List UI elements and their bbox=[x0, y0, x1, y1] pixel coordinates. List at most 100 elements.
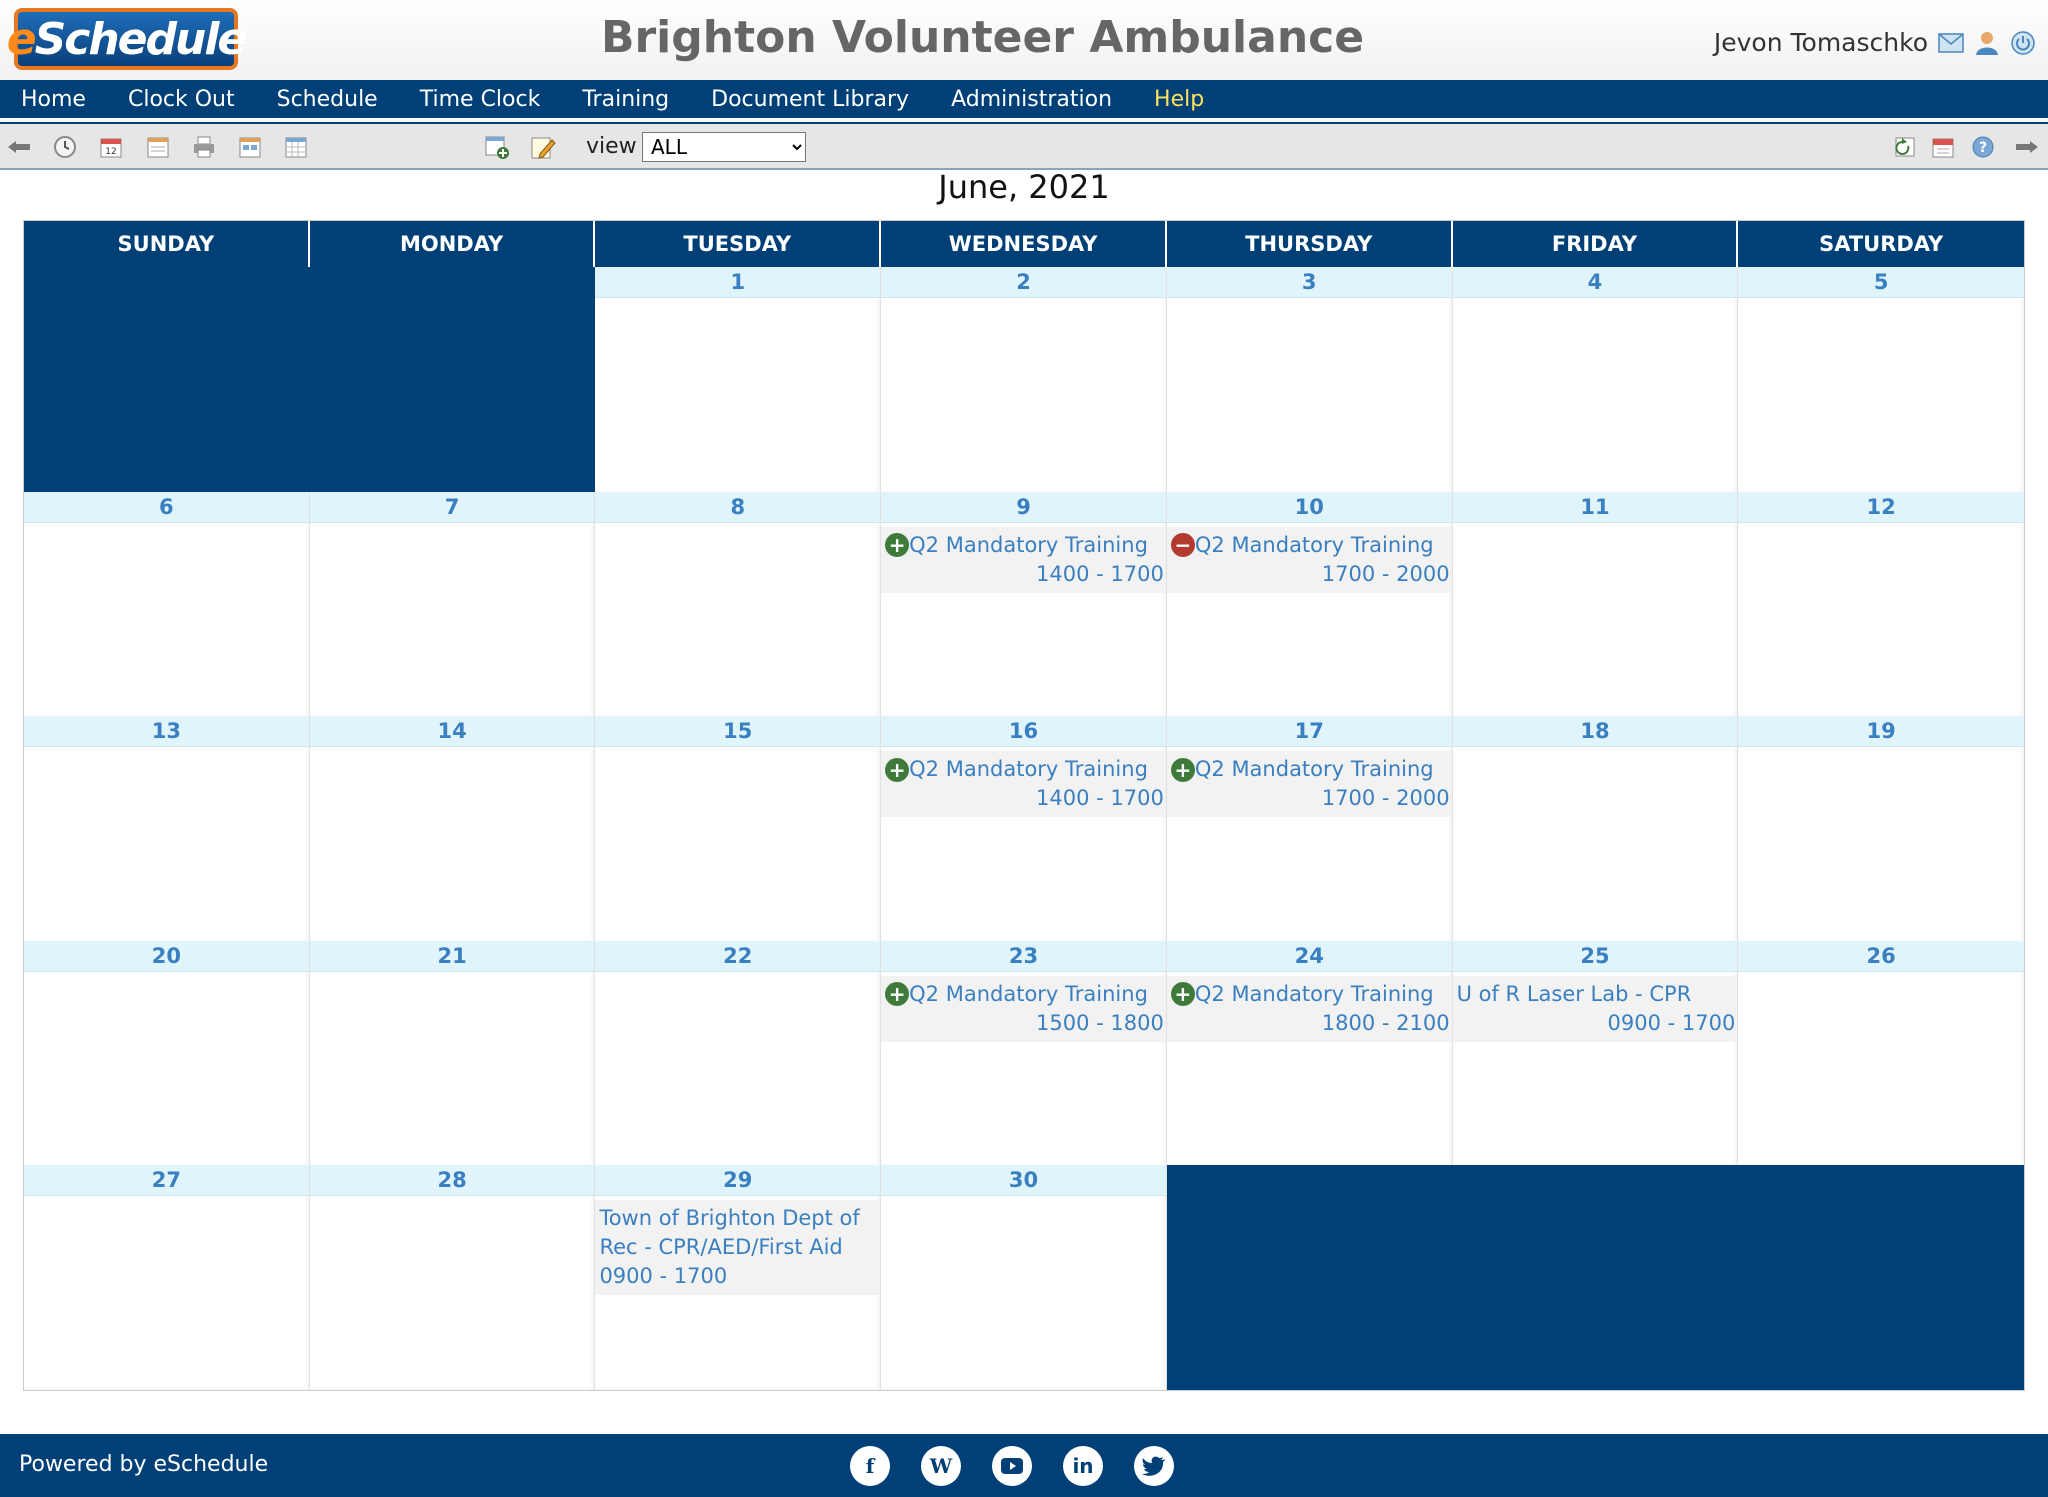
day-number: 18 bbox=[1452, 716, 1738, 748]
day-number: 15 bbox=[595, 716, 881, 748]
calendar-export-icon[interactable] bbox=[1930, 134, 1956, 160]
nav-administration[interactable]: Administration bbox=[930, 87, 1133, 112]
day-cell[interactable]: 28 bbox=[309, 1165, 596, 1390]
organization-title: Brighton Volunteer Ambulance bbox=[600, 12, 1365, 63]
svg-text:12: 12 bbox=[105, 147, 116, 157]
event-title[interactable]: Q2 Mandatory Training bbox=[909, 755, 1148, 784]
day-cell[interactable]: 2 bbox=[881, 267, 1167, 492]
event-title[interactable]: Q2 Mandatory Training bbox=[909, 531, 1148, 560]
event-title[interactable]: Q2 Mandatory Training bbox=[1195, 755, 1434, 784]
add-shift-icon[interactable]: + bbox=[885, 757, 910, 782]
mail-icon[interactable] bbox=[1938, 30, 1964, 56]
day-cell[interactable]: 5 bbox=[1738, 267, 2025, 492]
linkedin-icon[interactable]: in bbox=[1063, 1446, 1103, 1486]
calendar-event[interactable]: + Q2 Mandatory Training 1500 - 1800 bbox=[881, 975, 1166, 1042]
nav-training[interactable]: Training bbox=[561, 87, 690, 112]
add-shift-icon[interactable]: + bbox=[885, 533, 910, 558]
add-shift-icon[interactable]: + bbox=[1170, 757, 1195, 782]
day-cell[interactable]: 24 + Q2 Mandatory Training 1800 - 2100 bbox=[1166, 940, 1453, 1166]
day-cell[interactable]: 19 bbox=[1738, 716, 2025, 941]
user-profile-icon[interactable] bbox=[1974, 30, 2000, 56]
day-cell[interactable]: 15 bbox=[595, 716, 882, 941]
add-shift-icon[interactable]: + bbox=[885, 982, 910, 1007]
day-cell[interactable]: 25 U of R Laser Lab - CPR 0900 - 1700 bbox=[1452, 940, 1739, 1166]
calendar-event[interactable]: + Q2 Mandatory Training 1800 - 2100 bbox=[1166, 975, 1452, 1042]
nav-help[interactable]: Help bbox=[1133, 87, 1225, 112]
month-view-icon[interactable] bbox=[283, 134, 309, 160]
calendar-event[interactable]: U of R Laser Lab - CPR 0900 - 1700 bbox=[1452, 975, 1738, 1042]
event-title[interactable]: Q2 Mandatory Training bbox=[1195, 531, 1434, 560]
day-number: 16 bbox=[881, 716, 1166, 748]
remove-shift-icon[interactable]: − bbox=[1170, 533, 1195, 558]
day-view-icon[interactable] bbox=[145, 134, 171, 160]
event-title[interactable]: Town of Brighton Dept of Rec - CPR/AED/F… bbox=[599, 1204, 878, 1262]
youtube-icon[interactable] bbox=[992, 1446, 1032, 1486]
day-cell[interactable]: 20 bbox=[24, 940, 310, 1166]
day-cell[interactable]: 16 + Q2 Mandatory Training 1400 - 1700 bbox=[881, 716, 1167, 941]
day-number: 29 bbox=[595, 1165, 881, 1197]
facebook-icon[interactable]: f bbox=[850, 1446, 890, 1486]
day-cell[interactable]: 7 bbox=[309, 491, 596, 717]
event-time: 1500 - 1800 bbox=[1036, 1010, 1164, 1035]
twitter-icon[interactable] bbox=[1134, 1446, 1174, 1486]
clock-icon[interactable] bbox=[52, 134, 78, 160]
nav-clock-out[interactable]: Clock Out bbox=[107, 87, 256, 112]
day-cell[interactable]: 21 bbox=[309, 940, 596, 1166]
week-row: 13 14 15 16 + Q2 Mandatory Training 1400 … bbox=[24, 716, 2025, 941]
add-event-icon[interactable] bbox=[484, 134, 510, 160]
day-number: 11 bbox=[1452, 491, 1738, 523]
day-number: 24 bbox=[1166, 940, 1452, 972]
calendar-toolbar: 12 view ALL ? bbox=[0, 124, 2048, 170]
event-title[interactable]: Q2 Mandatory Training bbox=[1195, 980, 1434, 1009]
day-number: 26 bbox=[1738, 940, 2025, 972]
day-cell[interactable]: 10 − Q2 Mandatory Training 1700 - 2000 bbox=[1166, 491, 1453, 717]
day-cell[interactable]: 22 bbox=[595, 940, 882, 1166]
print-icon[interactable] bbox=[191, 134, 217, 160]
event-title[interactable]: Q2 Mandatory Training bbox=[909, 980, 1148, 1009]
day-cell[interactable]: 6 bbox=[24, 491, 310, 717]
day-cell[interactable]: 12 bbox=[1738, 491, 2025, 717]
add-shift-icon[interactable]: + bbox=[1170, 982, 1195, 1007]
calendar-event[interactable]: + Q2 Mandatory Training 1400 - 1700 bbox=[881, 751, 1166, 818]
nav-time-clock[interactable]: Time Clock bbox=[399, 87, 562, 112]
calendar-event[interactable]: − Q2 Mandatory Training 1700 - 2000 bbox=[1166, 526, 1452, 593]
calendar-event[interactable]: + Q2 Mandatory Training 1700 - 2000 bbox=[1166, 751, 1452, 818]
day-cell[interactable]: 4 bbox=[1452, 267, 1739, 492]
day-cell[interactable]: 17 + Q2 Mandatory Training 1700 - 2000 bbox=[1166, 716, 1453, 941]
forward-arrow-icon[interactable] bbox=[2014, 134, 2040, 160]
calendar-icon[interactable]: 12 bbox=[98, 134, 124, 160]
nav-home[interactable]: Home bbox=[0, 87, 107, 112]
view-filter-select[interactable]: ALL bbox=[642, 132, 806, 162]
day-cell[interactable]: 23 + Q2 Mandatory Training 1500 - 1800 bbox=[881, 940, 1167, 1166]
day-cell[interactable]: 11 bbox=[1452, 491, 1739, 717]
day-cell[interactable]: 27 bbox=[24, 1165, 310, 1390]
day-cell[interactable]: 14 bbox=[309, 716, 596, 941]
sync-icon[interactable] bbox=[1894, 134, 1920, 160]
day-cell[interactable]: 8 bbox=[595, 491, 882, 717]
help-icon[interactable]: ? bbox=[1970, 134, 1996, 160]
nav-document-library[interactable]: Document Library bbox=[690, 87, 930, 112]
day-cell[interactable]: 29 Town of Brighton Dept of Rec - CPR/AE… bbox=[595, 1165, 882, 1390]
day-cell[interactable]: 18 bbox=[1452, 716, 1739, 941]
week-view-icon[interactable] bbox=[237, 134, 263, 160]
edit-note-icon[interactable] bbox=[530, 134, 556, 160]
back-arrow-icon[interactable] bbox=[6, 134, 32, 160]
event-time: 1700 - 2000 bbox=[1321, 786, 1450, 811]
day-number: 20 bbox=[24, 940, 309, 972]
day-cell[interactable]: 26 bbox=[1738, 940, 2025, 1166]
empty-day-cell bbox=[24, 267, 310, 492]
power-icon[interactable] bbox=[2010, 30, 2036, 56]
event-title[interactable]: U of R Laser Lab - CPR bbox=[1457, 980, 1692, 1009]
day-cell[interactable]: 30 bbox=[881, 1165, 1167, 1390]
calendar-event[interactable]: + Q2 Mandatory Training 1400 - 1700 bbox=[881, 526, 1166, 593]
calendar-event[interactable]: Town of Brighton Dept of Rec - CPR/AED/F… bbox=[595, 1200, 881, 1296]
day-number: 14 bbox=[309, 716, 595, 748]
week-row: 6 7 8 9 + Q2 Mandatory Training 1400 - 17… bbox=[24, 491, 2025, 717]
day-cell[interactable]: 9 + Q2 Mandatory Training 1400 - 1700 bbox=[881, 491, 1167, 717]
nav-schedule[interactable]: Schedule bbox=[256, 87, 399, 112]
day-cell[interactable]: 1 bbox=[595, 267, 882, 492]
day-cell[interactable]: 13 bbox=[24, 716, 310, 941]
wordpress-icon[interactable]: W bbox=[921, 1446, 961, 1486]
empty-day-cell bbox=[309, 267, 596, 492]
day-cell[interactable]: 3 bbox=[1166, 267, 1453, 492]
